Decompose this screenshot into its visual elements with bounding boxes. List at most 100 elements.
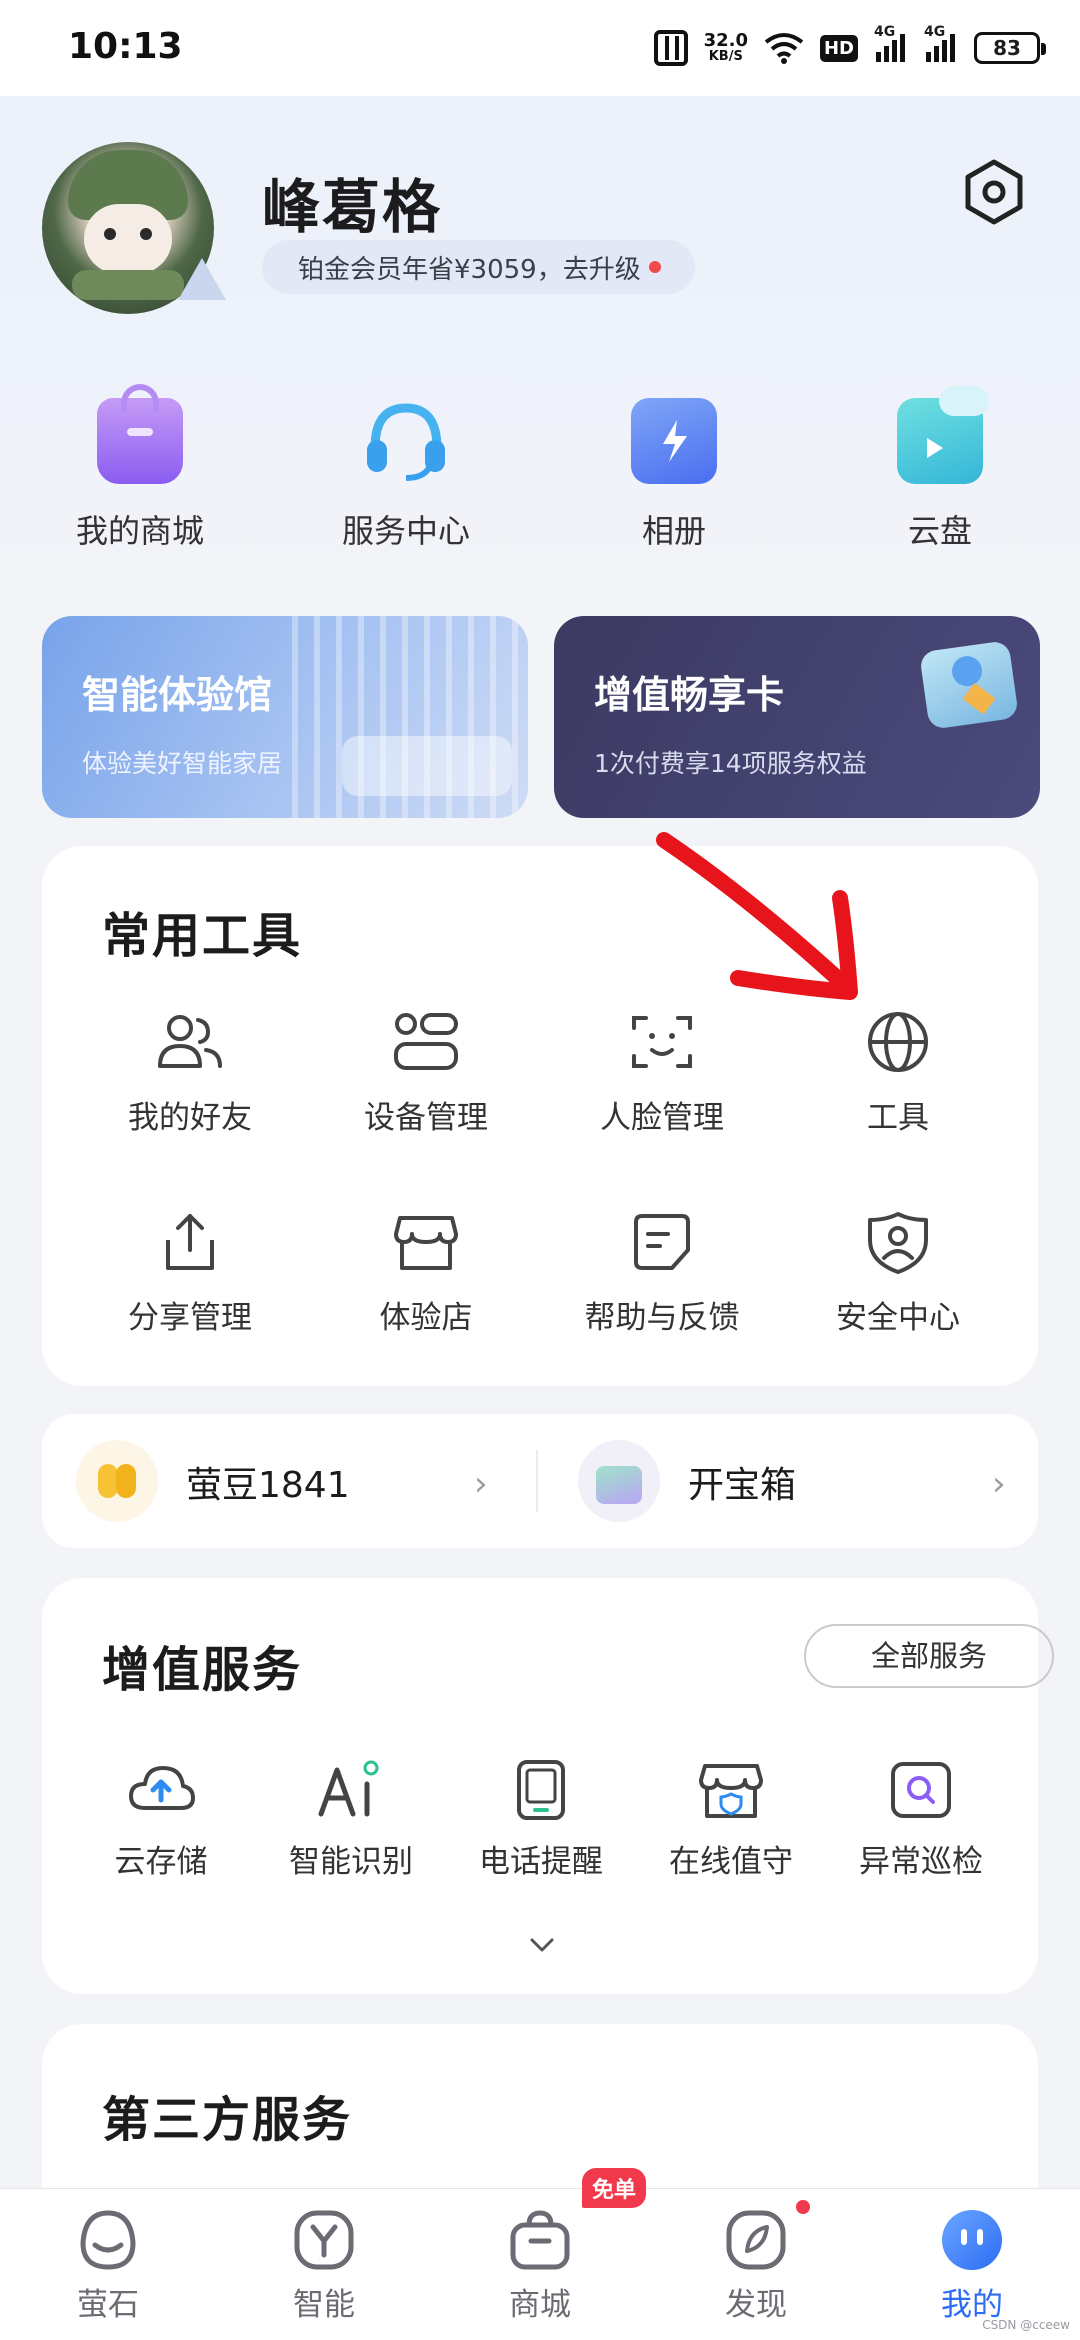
promo-subtitle: 1次付费享14项服务权益 xyxy=(594,749,867,778)
avatar-scarf xyxy=(72,270,184,300)
service-online-guard[interactable]: 在线值守 xyxy=(636,1760,826,1890)
signal-icon-2: 4G xyxy=(924,24,958,64)
nav-item-profile[interactable]: 我的 xyxy=(902,2207,1042,2324)
expand-chevron-icon[interactable] xyxy=(522,1930,562,1960)
service-label: 异常巡检 xyxy=(859,1844,983,1880)
tool-experience-store[interactable]: 体验店 xyxy=(308,1210,544,1350)
service-phone-alert[interactable]: 电话提醒 xyxy=(446,1760,636,1890)
signal-icon-1: 4G xyxy=(874,24,908,64)
phone-icon xyxy=(517,1760,565,1820)
hd-voice-icon: HD xyxy=(819,34,858,62)
avatar-eye xyxy=(140,228,152,240)
promo-sofa-decoration xyxy=(342,736,512,796)
rewards-card: 萤豆1841 › 开宝箱 › xyxy=(42,1414,1038,1548)
tool-help-feedback[interactable]: 帮助与反馈 xyxy=(544,1210,780,1350)
tool-face-management[interactable]: 人脸管理 xyxy=(544,1010,780,1150)
device-management-icon xyxy=(394,1013,458,1070)
wifi-icon xyxy=(764,32,804,64)
nav-item-smart[interactable]: 智能 xyxy=(254,2207,394,2324)
tool-security-center[interactable]: 安全中心 xyxy=(780,1210,1016,1350)
service-label: 云存储 xyxy=(114,1844,208,1880)
treasure-label: 开宝箱 xyxy=(688,1465,797,1506)
beans-icon xyxy=(76,1440,158,1522)
bottom-navigation: 萤石 智能 商城 发现 我的 xyxy=(0,2188,1080,2340)
tool-label: 安全中心 xyxy=(836,1300,960,1336)
nav-item-home[interactable]: 萤石 xyxy=(38,2207,178,2324)
settings-icon[interactable] xyxy=(958,156,1030,228)
red-annotation-arrow xyxy=(656,832,858,1000)
service-anomaly-patrol[interactable]: 异常巡检 xyxy=(826,1760,1016,1890)
quick-entry-label: 相册 xyxy=(641,512,706,550)
nav-label: 发现 xyxy=(725,2287,787,2323)
quick-entry-album[interactable]: 相册 xyxy=(574,398,774,558)
username[interactable]: 峰葛格 xyxy=(262,160,442,244)
cloud-drive-icon xyxy=(897,386,989,484)
common-tools-card: 常用工具 我的好友 设备管理 人脸管理 工具 分享管理 体验店 帮助与反馈 安全… xyxy=(42,846,1038,1386)
quick-entry-label: 我的商城 xyxy=(75,512,204,550)
section-title: 常用工具 xyxy=(102,908,303,964)
discover-notification-dot xyxy=(796,2200,810,2214)
service-smart-recognition[interactable]: 智能识别 xyxy=(256,1760,446,1890)
section-title: 第三方服务 xyxy=(102,2092,353,2148)
gift-box-icon xyxy=(919,640,1019,730)
store-icon xyxy=(394,1216,458,1270)
tool-label: 我的好友 xyxy=(128,1100,252,1136)
promo-subtitle: 体验美好智能家居 xyxy=(82,749,283,778)
chevron-right-icon: › xyxy=(992,1464,1006,1504)
shopping-bag-icon xyxy=(97,384,183,484)
tool-label: 帮助与反馈 xyxy=(584,1300,740,1336)
beans-label: 萤豆1841 xyxy=(186,1465,350,1506)
tool-label: 工具 xyxy=(867,1100,929,1136)
avatar-face xyxy=(84,204,172,274)
tool-label: 分享管理 xyxy=(128,1300,252,1336)
nav-label: 智能 xyxy=(293,2287,355,2323)
tool-share-management[interactable]: 分享管理 xyxy=(72,1210,308,1350)
tool-my-friends[interactable]: 我的好友 xyxy=(72,1010,308,1150)
speed-value: 32.0 xyxy=(703,30,748,51)
tool-tools[interactable]: 工具 xyxy=(780,1010,1016,1150)
speed-unit: KB/S xyxy=(708,49,743,64)
headset-icon xyxy=(363,398,449,484)
quick-entry-service[interactable]: 服务中心 xyxy=(306,398,506,558)
nfc-icon xyxy=(653,30,688,66)
treasure-entry[interactable]: 开宝箱 › xyxy=(578,1438,1008,1524)
beans-entry[interactable]: 萤豆1841 › xyxy=(76,1438,506,1524)
tool-label: 体验店 xyxy=(379,1300,473,1336)
nav-label: 商城 xyxy=(509,2287,571,2323)
search-scan-icon xyxy=(891,1762,951,1818)
profile-icon xyxy=(942,2210,1002,2270)
membership-level-icon xyxy=(178,258,226,300)
tool-label: 设备管理 xyxy=(364,1100,488,1136)
status-icons: 32.0 KB/S HD 4G 4G 83 xyxy=(653,24,1046,70)
feedback-icon xyxy=(634,1214,690,1270)
album-icon xyxy=(631,398,717,484)
all-services-button[interactable]: 全部服务 xyxy=(804,1624,1054,1688)
promo-value-card[interactable]: 增值畅享卡 1次付费享14项服务权益 xyxy=(554,616,1040,818)
nav-item-discover[interactable]: 发现 xyxy=(686,2207,826,2324)
promo-smart-experience[interactable]: 智能体验馆 体验美好智能家居 xyxy=(42,616,528,818)
quick-entry-cloud[interactable]: 云盘 xyxy=(840,386,1040,558)
nav-label: 萤石 xyxy=(77,2287,139,2323)
tool-device-management[interactable]: 设备管理 xyxy=(308,1010,544,1150)
free-order-badge: 免单 xyxy=(582,2168,647,2208)
signal-net-label: 4G xyxy=(924,24,946,40)
tool-label: 人脸管理 xyxy=(600,1100,724,1136)
battery-icon: 83 xyxy=(974,32,1046,64)
mall-bag-icon xyxy=(510,2210,570,2270)
value-services-card: 增值服务 全部服务 云存储 智能识别 电话提醒 在线值守 异常巡检 xyxy=(42,1578,1054,1994)
quick-entry-mall[interactable]: 我的商城 xyxy=(40,384,240,558)
status-bar: 10:13 32.0 KB/S HD 4G 4G 83 xyxy=(0,0,1080,96)
globe-icon xyxy=(868,1012,928,1072)
storefront-shield-icon xyxy=(699,1764,763,1818)
nav-item-mall[interactable]: 商城 xyxy=(470,2207,610,2324)
treasure-box-icon xyxy=(578,1440,660,1522)
vip-text: 铂金会员年省¥3059，去升级 xyxy=(298,254,641,285)
vip-upgrade-pill[interactable]: 铂金会员年省¥3059，去升级 xyxy=(262,240,695,294)
service-label: 电话提醒 xyxy=(479,1844,603,1880)
service-label: 智能识别 xyxy=(289,1844,413,1880)
quick-entry-label: 服务中心 xyxy=(341,512,470,550)
watermark: CSDN @cceew xyxy=(982,2318,1070,2332)
home-icon xyxy=(80,2210,136,2270)
service-cloud-storage[interactable]: 云存储 xyxy=(66,1760,256,1890)
friends-icon xyxy=(158,1015,222,1068)
